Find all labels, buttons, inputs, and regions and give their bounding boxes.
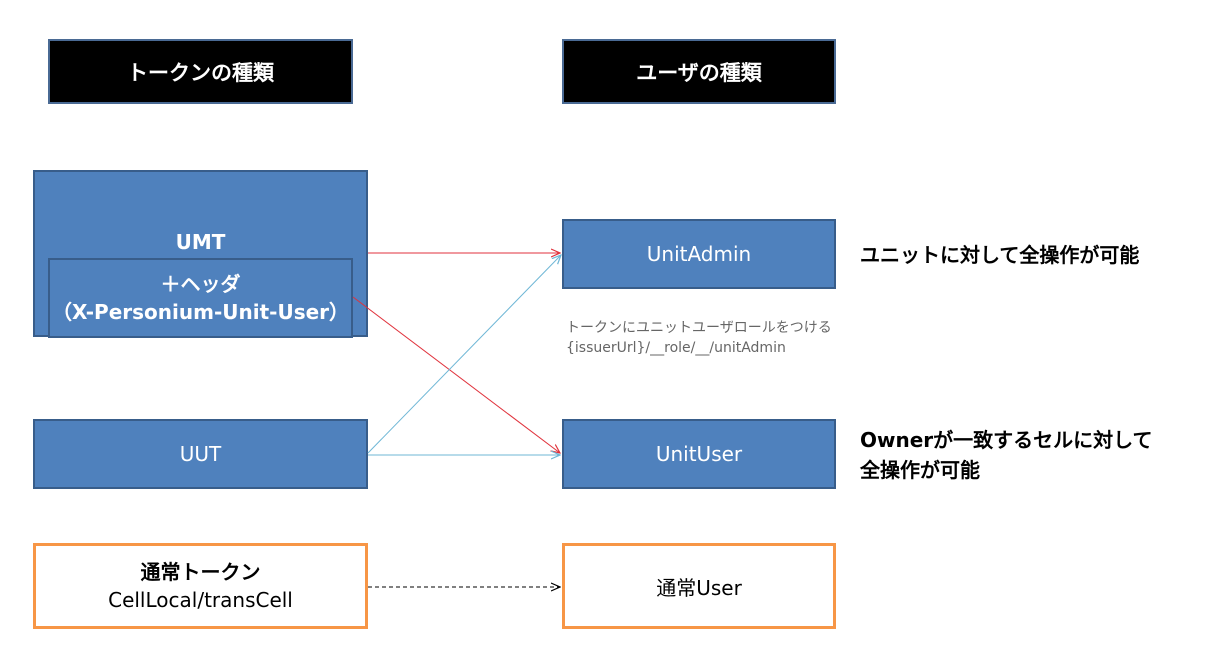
umt-header-to-unit-user-arrow [352,296,560,453]
uut-to-unit-admin-arrow [367,255,561,454]
connector-layer [352,0,1210,666]
